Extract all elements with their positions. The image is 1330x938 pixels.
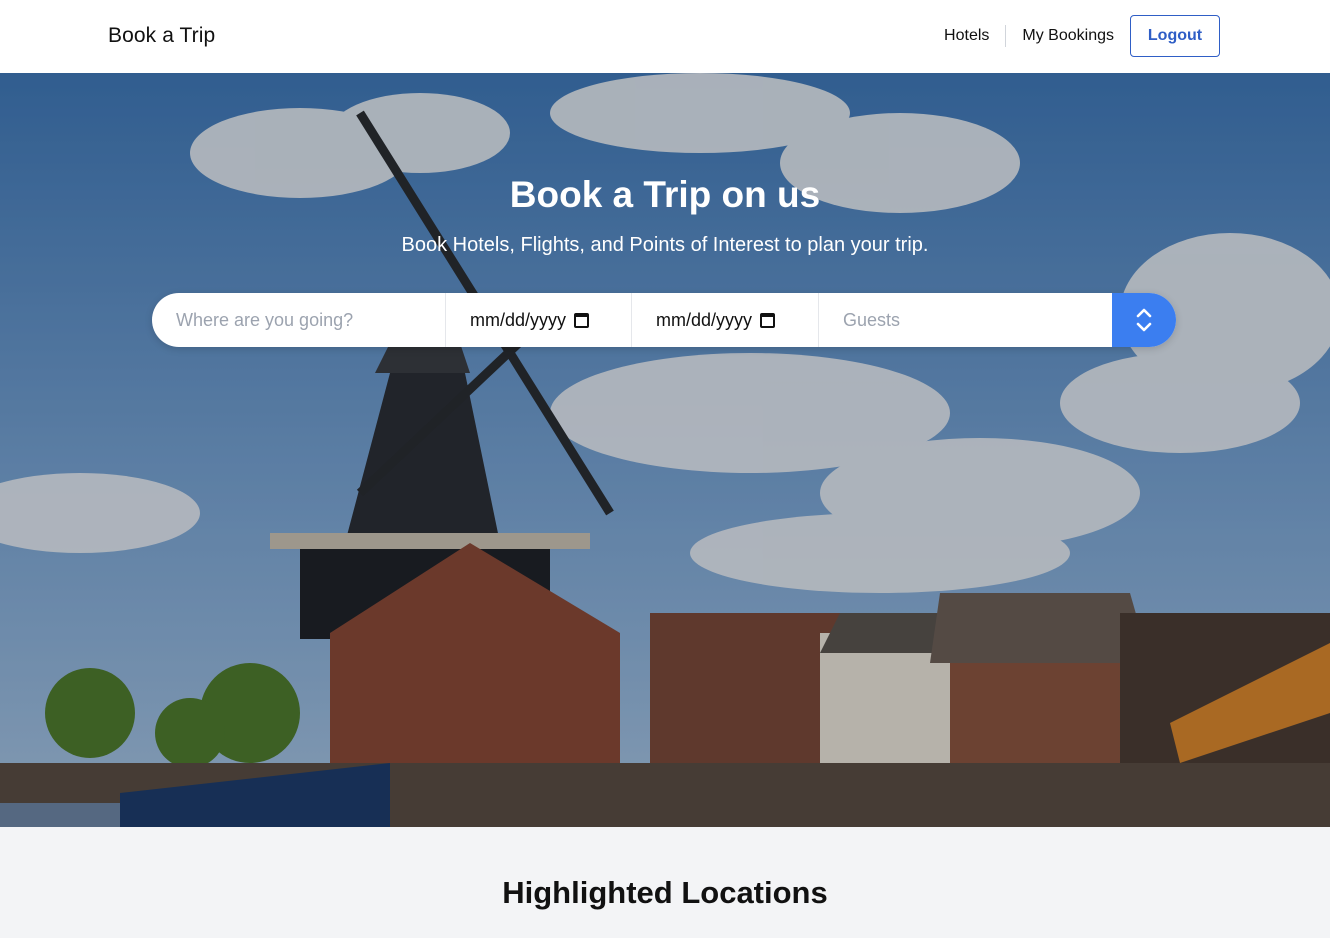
search-button[interactable] [1112, 293, 1176, 347]
logout-button[interactable]: Logout [1130, 15, 1220, 57]
destination-field [152, 293, 446, 347]
calendar-icon[interactable] [574, 312, 590, 328]
checkout-date-input[interactable]: mm/dd/yyyy [656, 310, 752, 331]
guests-input[interactable] [843, 293, 1112, 347]
nav-link-my-bookings[interactable]: My Bookings [1006, 25, 1130, 47]
main-nav: Hotels My Bookings Logout [928, 15, 1220, 57]
nav-link-hotels[interactable]: Hotels [928, 25, 1007, 47]
checkout-date-field[interactable]: mm/dd/yyyy [632, 293, 819, 347]
checkin-date-input[interactable]: mm/dd/yyyy [470, 310, 566, 331]
hero-section: Book a Trip on us Book Hotels, Flights, … [0, 73, 1330, 827]
checkin-date-field[interactable]: mm/dd/yyyy [446, 293, 632, 347]
guests-field [819, 293, 1112, 347]
brand-logo[interactable]: Book a Trip [108, 24, 215, 48]
destination-input[interactable] [176, 293, 445, 347]
search-bar: mm/dd/yyyy mm/dd/yyyy [152, 293, 1176, 347]
top-navbar: Book a Trip Hotels My Bookings Logout [0, 0, 1330, 73]
highlighted-locations-title: Highlighted Locations [502, 875, 828, 910]
hero-title: Book a Trip on us [509, 174, 821, 215]
chevron-up-down-icon [1136, 308, 1152, 332]
calendar-icon[interactable] [760, 312, 776, 328]
hero-subtitle: Book Hotels, Flights, and Points of Inte… [401, 234, 929, 256]
